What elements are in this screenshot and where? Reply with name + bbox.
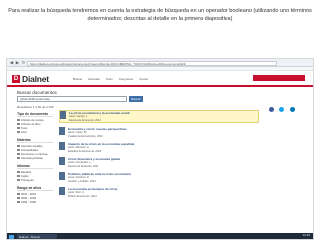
filter-facet: Tipo de documento Artículo de revista Artí… — [17, 112, 53, 134]
checkbox[interactable] — [17, 122, 20, 126]
results-list: La crisis económica y la economía social… — [59, 110, 259, 202]
checkbox[interactable] — [17, 130, 20, 134]
address-bar[interactable]: https://dialnet.unirioja.es/buscar/docum… — [27, 60, 277, 66]
refresh-icon[interactable]: ↻ — [21, 60, 26, 65]
result-item: La economía en tiempos de crisis Autor: R… — [59, 187, 259, 198]
facet-title: Rango de años — [17, 186, 53, 191]
facet-option[interactable]: Ciencias jurídicas — [17, 156, 53, 160]
checkbox[interactable] — [17, 144, 20, 148]
document-type-icon — [59, 127, 65, 135]
result-item: Impacto de la crisis en la economía espa… — [59, 142, 259, 153]
facet-option-label: 1990 - 1999 — [21, 200, 36, 204]
checkbox[interactable] — [17, 126, 20, 130]
forward-icon[interactable]: ▶ — [15, 60, 20, 65]
document-type-icon — [60, 111, 66, 119]
result-body: La crisis económica y la economía social… — [69, 111, 258, 122]
facet-option[interactable]: Portugués — [17, 178, 53, 182]
logo-icon: D — [12, 74, 20, 83]
result-detail: Boletín Económico, 2012 — [68, 194, 97, 198]
result-detail: Gestión y Análisis, 2014 — [68, 179, 96, 183]
filter-facet: Rango de años 2010 - 2019 2000 - 2009 1990 … — [17, 186, 53, 204]
checkbox[interactable] — [17, 152, 20, 156]
result-body: La economía en tiempos de crisis Autor: R… — [68, 187, 259, 198]
checkbox[interactable] — [17, 118, 20, 122]
result-body: Economía y crisis: nuevas perspectivas Au… — [68, 127, 259, 138]
result-detail: Estudios de Economía, 2013 — [68, 149, 102, 153]
facet-title: Materias — [17, 138, 53, 143]
dialnet-logo[interactable]: D Dialnet — [12, 73, 49, 84]
checkbox[interactable] — [17, 170, 20, 174]
checkbox[interactable] — [17, 174, 20, 178]
result-detail: Cuadernos Económicos, 2010 — [68, 134, 103, 138]
back-icon[interactable]: ◀ — [9, 60, 14, 65]
linkedin-icon[interactable] — [289, 107, 295, 112]
facet-option[interactable]: Libro — [17, 130, 53, 134]
result-item: Crisis financiera y economía global Autor… — [59, 157, 259, 168]
facet-option-label: Ciencias jurídicas — [21, 156, 43, 160]
search-button[interactable]: Buscar — [129, 96, 143, 102]
document-type-icon — [59, 142, 65, 150]
facebook-icon[interactable] — [269, 107, 274, 112]
results-count: Resultados 1 a 50 de 2.430 — [17, 105, 54, 109]
checkbox[interactable] — [17, 200, 20, 204]
top-navigation: Buscar Revistas Tesis Congresos Ayuda — [73, 77, 148, 81]
facet-title: Idiomas — [17, 164, 53, 169]
nav-item[interactable]: Revistas — [88, 77, 100, 81]
checkbox[interactable] — [17, 178, 20, 182]
search-input[interactable]: (crisis AND economia) — [17, 96, 127, 102]
document-type-icon — [59, 157, 65, 165]
nav-item[interactable]: Congresos — [119, 77, 134, 81]
result-item: Economía y crisis: nuevas perspectivas Au… — [59, 127, 259, 138]
share-icons — [269, 99, 309, 112]
checkbox[interactable] — [17, 156, 20, 160]
checkbox[interactable] — [17, 196, 20, 200]
filter-sidebar: Tipo de documento Artículo de revista Artí… — [17, 112, 53, 208]
filter-facet: Materias Ciencias sociales Humanidades Econ… — [17, 138, 53, 160]
result-detail: Revista de Finanzas, 2011 — [68, 164, 99, 168]
site-header: D Dialnet Buscar Revistas Tesis Congreso… — [7, 71, 313, 85]
browser-screenshot: ◀ ▶ ↻ https://dialnet.unirioja.es/buscar… — [6, 58, 314, 240]
result-body: Políticas públicas ante la crisis económ… — [68, 172, 259, 183]
result-body: Impacto de la crisis en la economía espa… — [68, 142, 259, 153]
result-body: Crisis financiera y economía global Autor… — [68, 157, 259, 168]
filter-facet: Idiomas Español Inglés Portugués — [17, 164, 53, 182]
start-icon[interactable] — [9, 234, 14, 239]
slide-caption: Para realizar la búsqueda tendremos en c… — [8, 8, 312, 22]
result-item: Políticas públicas ante la crisis económ… — [59, 172, 259, 183]
twitter-icon[interactable] — [279, 107, 285, 112]
header-divider — [7, 85, 313, 87]
document-type-icon — [59, 172, 65, 180]
search-title: Buscar documentos — [17, 90, 57, 95]
facet-option-label: Libro — [21, 130, 28, 134]
taskbar-clock: 12:35 — [302, 233, 310, 237]
nav-item[interactable]: Ayuda — [139, 77, 147, 81]
result-item: La crisis económica y la economía social… — [59, 110, 259, 123]
nav-item[interactable]: Tesis — [106, 77, 113, 81]
nav-item[interactable]: Buscar — [73, 77, 82, 81]
facet-title: Tipo de documento — [17, 112, 53, 117]
os-taskbar: Dialnet - Buscar 12:35 — [7, 233, 313, 239]
document-type-icon — [59, 187, 65, 195]
logo-text: Dialnet — [22, 73, 49, 84]
facet-option-label: Portugués — [21, 178, 34, 182]
checkbox[interactable] — [17, 192, 20, 196]
facet-option[interactable]: 1990 - 1999 — [17, 200, 53, 204]
login-bar[interactable] — [253, 75, 305, 81]
result-detail: Revista de Economía, 2012 — [69, 118, 101, 122]
checkbox[interactable] — [17, 148, 20, 152]
taskbar-item[interactable]: Dialnet - Buscar — [17, 234, 57, 239]
browser-toolbar: ◀ ▶ ↻ https://dialnet.unirioja.es/buscar… — [7, 59, 313, 67]
